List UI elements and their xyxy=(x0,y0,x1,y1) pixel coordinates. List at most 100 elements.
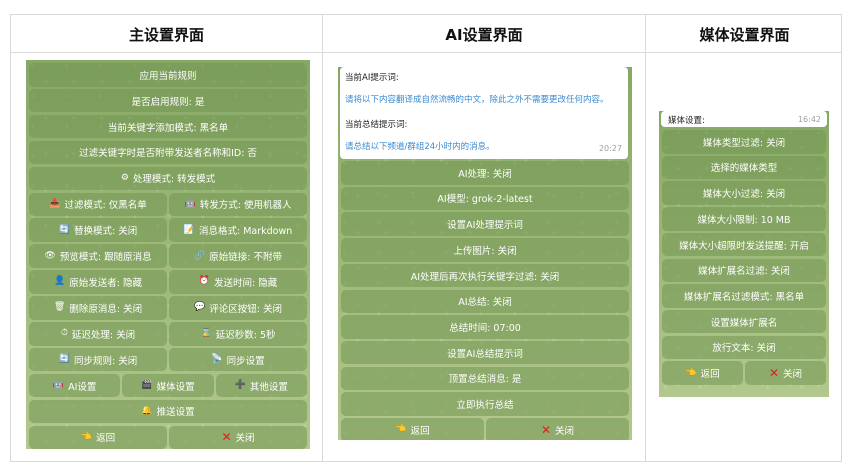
keyboard-row: ⚙ 处理模式: 转发模式 xyxy=(29,166,307,191)
button-label: 立即执行总结 xyxy=(456,400,514,412)
keyboard-button[interactable]: 立即执行总结 xyxy=(341,392,629,416)
keyboard-button[interactable]: 当前关键字添加模式: 黑名单 xyxy=(29,114,307,139)
button-label: 发送时间: 隐藏 xyxy=(213,277,278,289)
button-label: 其他设置 xyxy=(249,381,288,393)
robot-keyboard-button[interactable]: 🤖 AI设置 xyxy=(29,373,121,398)
button-label: 设置媒体扩展名 xyxy=(710,317,778,329)
ai-prompt-label: 当前AI提示词: xyxy=(345,73,399,83)
gear-keyboard-button[interactable]: ⚙ 处理模式: 转发模式 xyxy=(29,166,307,191)
gear-icon: ⚙ xyxy=(120,172,129,183)
button-label: 媒体大小过滤: 关闭 xyxy=(702,189,786,201)
keyboard-row: 媒体大小限制: 10 MB xyxy=(662,207,826,231)
button-label: 上传图片: 关闭 xyxy=(453,245,517,257)
clapper-keyboard-button[interactable]: 🎬 媒体设置 xyxy=(122,373,214,398)
eye-keyboard-button[interactable]: 👁 预览模式: 跟随原消息 xyxy=(29,244,167,268)
back-hand-icon: 👈 xyxy=(395,424,407,435)
keyboard-button[interactable]: 媒体大小限制: 10 MB xyxy=(662,207,826,231)
keyboard-button[interactable]: AI模型: grok-2-latest xyxy=(341,186,629,211)
summary-prompt-label: 当前总结提示词: xyxy=(345,120,408,130)
back-hand-keyboard-button[interactable]: 👈 返回 xyxy=(341,418,484,440)
back-hand-keyboard-button[interactable]: 👈 返回 xyxy=(662,361,743,385)
keyboard-button[interactable]: 设置媒体扩展名 xyxy=(662,309,826,334)
keyboard-row: 🔄 同步规则: 关闭 📡 同步设置 xyxy=(29,347,307,372)
keyboard-button[interactable]: 媒体大小超限时发送提醒: 开启 xyxy=(662,232,826,257)
hourglass-keyboard-button[interactable]: ⌛ 延迟秒数: 5秒 xyxy=(169,322,307,346)
keyboard-button[interactable]: 是否启用规则: 是 xyxy=(29,88,307,113)
keyboard-row: 👈 返回 ✕ 关闭 xyxy=(29,425,307,449)
hourglass-icon: ⌛ xyxy=(200,328,212,339)
keyboard-row: AI总结: 关闭 xyxy=(341,289,629,313)
button-label: AI设置 xyxy=(68,381,97,393)
keyboard-button[interactable]: 上传图片: 关闭 xyxy=(341,238,629,262)
trash-keyboard-button[interactable]: 🗑 删除原消息: 关闭 xyxy=(29,296,167,320)
keyboard-row: 设置AI处理提示词 xyxy=(341,212,629,236)
button-label: 转发方式: 使用机器人 xyxy=(199,200,292,212)
keyboard-button[interactable]: 顶置总结消息: 是 xyxy=(341,366,629,391)
plus-keyboard-button[interactable]: ➕ 其他设置 xyxy=(215,373,307,398)
sync-keyboard-button[interactable]: 🔄 同步规则: 关闭 xyxy=(29,347,167,372)
keyboard-button[interactable]: 媒体大小过滤: 关闭 xyxy=(662,181,826,205)
keyboard-button[interactable]: 媒体扩展名过滤模式: 黑名单 xyxy=(662,284,826,308)
keyboard-button[interactable]: 设置AI处理提示词 xyxy=(341,212,629,236)
close-icon: ✕ xyxy=(540,422,552,437)
keyboard-row: AI处理: 关闭 xyxy=(341,161,629,185)
keyboard-button[interactable]: AI处理: 关闭 xyxy=(341,161,629,185)
user-keyboard-button[interactable]: 👤 原始发送者: 隐藏 xyxy=(29,270,167,294)
keyboard-button[interactable]: 媒体类型过滤: 关闭 xyxy=(662,130,826,154)
button-label: 原始链接: 不附带 xyxy=(209,252,282,264)
keyboard-row: 放行文本: 关闭 xyxy=(662,335,826,360)
button-label: 关闭 xyxy=(555,425,575,437)
keyboard-row: 👁 预览模式: 跟随原消息 🔗 原始链接: 不附带 xyxy=(29,244,307,268)
button-label: 原始发送者: 隐藏 xyxy=(69,277,142,289)
keyboard-button[interactable]: 应用当前规则 xyxy=(29,63,307,87)
keyboard-row: 📥 过滤模式: 仅黑名单 🤖 转发方式: 使用机器人 xyxy=(29,192,307,216)
ai-prompt-message: 当前AI提示词: 请将以下内容翻译成自然流畅的中文，除此之外不需要更改任何内容。… xyxy=(340,67,628,159)
keyboard-button[interactable]: 放行文本: 关闭 xyxy=(662,335,826,360)
bell-keyboard-button[interactable]: 🔔 推送设置 xyxy=(29,399,307,424)
column-divider xyxy=(322,15,323,461)
keyboard-button[interactable]: 媒体扩展名过滤: 关闭 xyxy=(662,258,826,282)
button-label: 同步设置 xyxy=(226,355,265,367)
satellite-icon: 📡 xyxy=(211,354,223,365)
keyboard-row: 选择的媒体类型 xyxy=(662,155,826,180)
button-label: 设置AI处理提示词 xyxy=(447,220,523,232)
link-keyboard-button[interactable]: 🔗 原始链接: 不附带 xyxy=(169,244,307,268)
robot-keyboard-button[interactable]: 🤖 转发方式: 使用机器人 xyxy=(169,192,307,216)
robot-icon: 🤖 xyxy=(52,380,65,391)
keyboard-row: AI模型: grok-2-latest xyxy=(341,186,629,211)
refresh-keyboard-button[interactable]: 🔄 替换模式: 关闭 xyxy=(29,218,167,242)
close-keyboard-button[interactable]: ✕ 关闭 xyxy=(169,425,307,449)
timer-keyboard-button[interactable]: ⏱ 延迟处理: 关闭 xyxy=(29,322,167,346)
close-keyboard-button[interactable]: ✕ 关闭 xyxy=(486,418,629,440)
keyboard-button[interactable]: 设置AI总结提示词 xyxy=(341,340,629,365)
clock-icon: ⏰ xyxy=(198,276,210,287)
button-label: 顶置总结消息: 是 xyxy=(448,374,522,386)
column-title-media: 媒体设置界面 xyxy=(699,26,790,44)
keyboard-row: 🔄 替换模式: 关闭 📝 消息格式: Markdown xyxy=(29,218,307,242)
button-label: 媒体类型过滤: 关闭 xyxy=(702,137,786,149)
keyboard-row: 媒体扩展名过滤: 关闭 xyxy=(662,258,826,282)
keyboard-row: AI处理后再次执行关键字过滤: 关闭 xyxy=(341,263,629,288)
keyboard-row: 媒体扩展名过滤模式: 黑名单 xyxy=(662,284,826,308)
button-label: 总结时间: 07:00 xyxy=(449,322,521,334)
inbox-keyboard-button[interactable]: 📥 过滤模式: 仅黑名单 xyxy=(29,192,167,216)
satellite-keyboard-button[interactable]: 📡 同步设置 xyxy=(169,347,307,372)
robot-icon: 🤖 xyxy=(184,198,196,209)
keyboard-row: 🔔 推送设置 xyxy=(29,399,307,424)
keyboard-button[interactable]: AI处理后再次执行关键字过滤: 关闭 xyxy=(341,263,629,288)
close-icon: ✕ xyxy=(221,430,232,445)
keyboard-row: 🗑 删除原消息: 关闭 💬 评论区按钮: 关闭 xyxy=(29,296,307,320)
clock-keyboard-button[interactable]: ⏰ 发送时间: 隐藏 xyxy=(169,270,307,294)
pencil-keyboard-button[interactable]: 📝 消息格式: Markdown xyxy=(169,218,307,242)
keyboard-button[interactable]: 选择的媒体类型 xyxy=(662,155,826,180)
button-label: 当前关键字添加模式: 黑名单 xyxy=(107,122,229,134)
keyboard-button[interactable]: 总结时间: 07:00 xyxy=(341,315,629,339)
keyboard-button[interactable]: AI总结: 关闭 xyxy=(341,289,629,313)
close-keyboard-button[interactable]: ✕ 关闭 xyxy=(745,361,826,385)
button-label: 推送设置 xyxy=(156,407,195,419)
button-label: 延迟处理: 关闭 xyxy=(71,329,136,341)
comment-keyboard-button[interactable]: 💬 评论区按钮: 关闭 xyxy=(169,296,307,320)
keyboard-button[interactable]: 过滤关键字时是否附带发送者名称和ID: 否 xyxy=(29,140,307,165)
back-hand-keyboard-button[interactable]: 👈 返回 xyxy=(29,425,167,449)
pencil-icon: 📝 xyxy=(183,224,195,235)
